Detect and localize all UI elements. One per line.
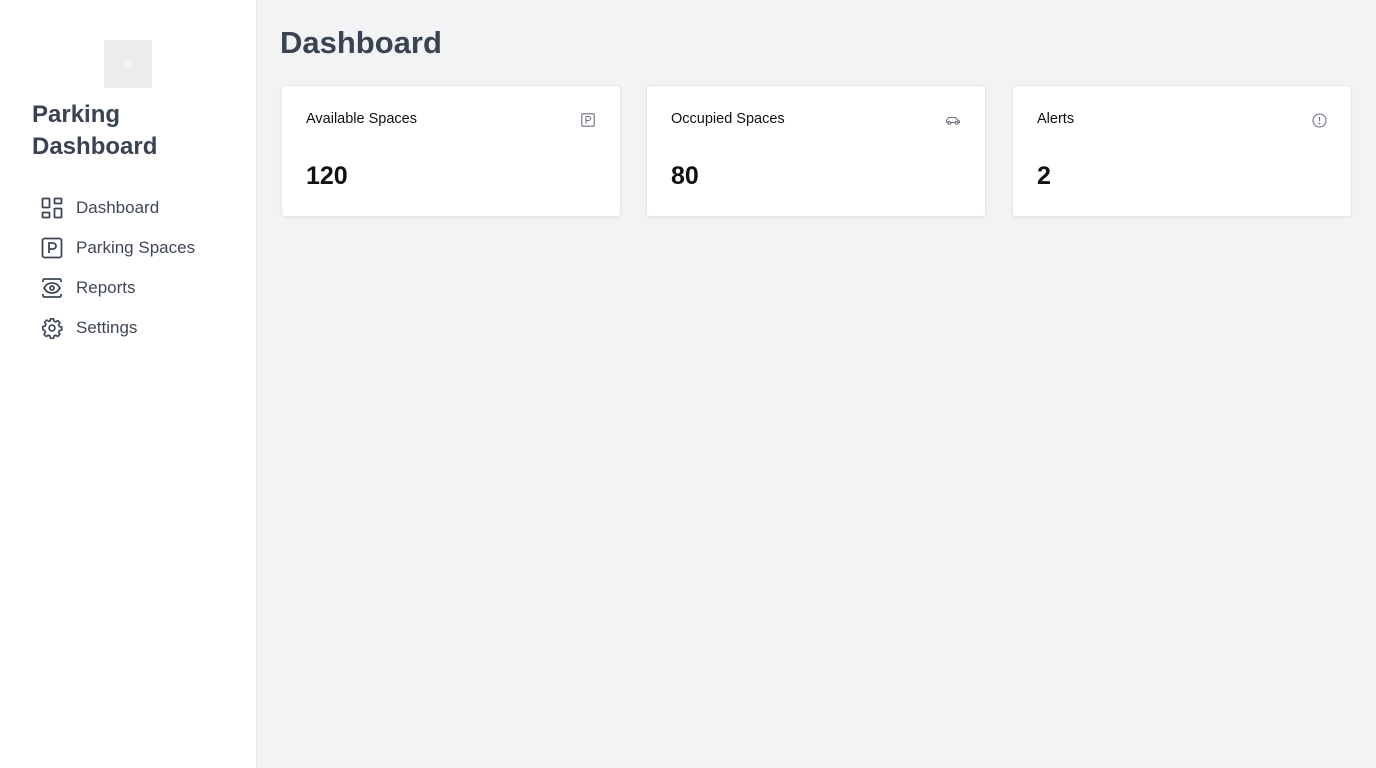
stat-card-alerts: Alerts 2 — [1012, 85, 1352, 217]
parking-p-icon — [580, 112, 596, 128]
gear-icon — [40, 316, 64, 340]
card-value: 120 — [306, 162, 348, 190]
sidebar-nav: Dashboard Parking Spaces Reports Setting… — [40, 188, 240, 348]
card-title: Occupied Spaces — [671, 111, 785, 127]
card-value: 80 — [671, 162, 699, 190]
car-icon — [945, 112, 961, 128]
sidebar-item-label: Reports — [76, 278, 136, 297]
logo-image[interactable] — [104, 40, 152, 88]
sidebar-item-label: Settings — [76, 318, 138, 337]
alert-circle-icon — [1311, 112, 1327, 128]
stat-card-occupied-spaces: Occupied Spaces 80 — [646, 85, 986, 217]
sidebar-item-settings[interactable]: Settings — [40, 308, 240, 348]
page-title: Dashboard — [280, 25, 442, 60]
card-title: Alerts — [1037, 111, 1075, 127]
sidebar: Parking Dashboard Dashboard Parking Spac… — [0, 0, 257, 768]
dashboard-grid-icon — [40, 196, 64, 220]
sidebar-item-parking-spaces[interactable]: Parking Spaces — [40, 228, 240, 268]
sidebar-item-label: Parking Spaces — [76, 238, 196, 257]
card-title: Available Spaces — [306, 111, 417, 127]
eye-icon — [40, 276, 64, 300]
app-brand: Parking Dashboard — [32, 99, 232, 163]
sidebar-item-dashboard[interactable]: Dashboard — [40, 188, 240, 228]
card-value: 2 — [1037, 162, 1051, 190]
brand-line-1: Parking — [32, 101, 121, 128]
stat-card-available-spaces: Available Spaces 120 — [281, 85, 621, 217]
brand-line-2: Dashboard — [32, 133, 158, 160]
sidebar-item-label: Dashboard — [76, 198, 160, 217]
parking-p-icon — [40, 236, 64, 260]
sidebar-item-reports[interactable]: Reports — [40, 268, 240, 308]
